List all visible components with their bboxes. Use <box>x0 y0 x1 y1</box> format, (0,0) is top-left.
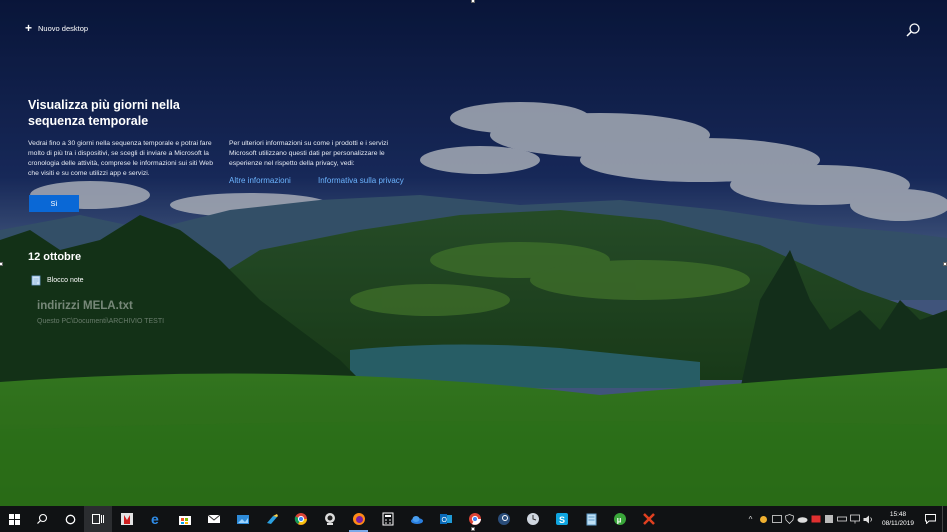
timeline-dim-overlay <box>0 0 947 506</box>
show-desktop-button[interactable] <box>942 506 947 532</box>
taskbar-app-ccleaner[interactable] <box>634 506 663 532</box>
taskbar-app-edge[interactable]: e <box>141 506 170 532</box>
svg-text:S: S <box>559 515 565 525</box>
onedrive-icon <box>410 516 423 524</box>
privacy-policy-link[interactable]: Informativa sulla privacy <box>318 176 404 185</box>
activity-card[interactable]: indirizzi MELA.txt Questo PC\Documenti\A… <box>37 300 164 325</box>
action-center-button[interactable] <box>918 506 942 532</box>
shield-icon[interactable] <box>783 506 796 532</box>
yes-button[interactable]: Sì <box>29 195 79 212</box>
webcam-icon <box>324 513 335 525</box>
chevron-up-icon[interactable]: ^ <box>744 506 757 532</box>
resize-handle-left <box>0 262 3 266</box>
volume-icon[interactable] <box>861 506 874 532</box>
firefox-icon <box>352 513 365 525</box>
clock-app-icon <box>526 513 539 525</box>
promo-title: Visualizza più giorni nella sequenza tem… <box>28 98 180 128</box>
taskbar-app-utorrent[interactable]: µ <box>605 506 634 532</box>
store-icon <box>178 516 191 525</box>
cloud-icon[interactable] <box>796 506 809 532</box>
resize-handle-bottom <box>471 527 475 531</box>
promo-text: Vedrai fino a 30 giorni nella sequenza t… <box>28 140 213 177</box>
svg-text:O: O <box>441 517 447 524</box>
taskbar-app-outlook[interactable]: O <box>431 506 460 532</box>
system-tray: ^ 15:48 08/11/2019 <box>744 506 947 532</box>
paint-3d-icon <box>266 514 278 524</box>
usb-icon[interactable] <box>835 506 848 532</box>
resize-handle-right <box>943 262 947 266</box>
taskbar-app-bookmark[interactable] <box>112 506 141 532</box>
svg-text:e: e <box>151 512 159 526</box>
notepad-icon <box>31 275 41 286</box>
calculator-icon <box>382 512 393 526</box>
chrome-icon <box>294 513 307 525</box>
utorrent-icon: µ <box>613 513 626 525</box>
privacy-text: Per ulteriori informazioni su come i pro… <box>229 140 389 167</box>
windows-logo-icon <box>8 513 20 525</box>
cortana-button[interactable] <box>56 506 84 532</box>
clock-time: 15:48 <box>889 511 907 518</box>
taskbar-app-store[interactable] <box>170 506 199 532</box>
steam-icon <box>497 513 510 525</box>
taskbar-app-paint3d[interactable] <box>257 506 286 532</box>
notification-icon <box>924 514 936 524</box>
ccleaner-icon <box>642 513 655 525</box>
notepad-icon <box>586 513 596 526</box>
photos-icon <box>236 515 249 524</box>
start-button[interactable] <box>0 506 28 532</box>
new-desktop-label: Nuovo desktop <box>38 23 89 33</box>
taskbar-app-webcam[interactable] <box>315 506 344 532</box>
task-view-icon <box>92 514 104 524</box>
taskbar-app-photos[interactable] <box>228 506 257 532</box>
mail-icon <box>207 514 220 523</box>
taskbar-app-notepad[interactable] <box>576 506 605 532</box>
edge-icon: e <box>151 512 159 526</box>
task-view-button[interactable] <box>84 506 112 532</box>
more-info-link[interactable]: Altre informazioni <box>229 176 291 185</box>
clock-date: 08/11/2019 <box>881 520 915 527</box>
activity-app-header[interactable]: Blocco note <box>31 275 84 286</box>
search-icon <box>37 513 48 524</box>
taskbar-app-clock[interactable] <box>518 506 547 532</box>
outlook-icon: O <box>439 514 452 524</box>
activity-file-path: Questo PC\Documenti\ARCHIVIO TESTI <box>37 318 165 325</box>
cortana-circle-icon <box>65 514 75 524</box>
tray-app-icon[interactable] <box>757 506 770 532</box>
chrome-alt-icon <box>468 513 481 525</box>
taskbar-app-calculator[interactable] <box>373 506 402 532</box>
mail-notify-icon[interactable] <box>809 506 822 532</box>
activity-app-name: Blocco note <box>47 277 84 284</box>
bookmark-app-icon <box>120 513 133 525</box>
taskbar-app-onedrive[interactable] <box>402 506 431 532</box>
search-taskbar-button[interactable] <box>28 506 56 532</box>
date-heading: 12 ottobre <box>28 251 82 263</box>
keyboard-icon[interactable] <box>770 506 783 532</box>
taskbar-app-mail[interactable] <box>199 506 228 532</box>
new-desktop-button[interactable]: + Nuovo desktop <box>25 22 88 34</box>
network-icon[interactable] <box>848 506 861 532</box>
taskbar-app-steam[interactable] <box>489 506 518 532</box>
taskbar-app-skype[interactable]: S <box>547 506 576 532</box>
activity-file-title: indirizzi MELA.txt <box>37 300 133 312</box>
taskbar-app-firefox[interactable] <box>344 506 373 532</box>
svg-text:µ: µ <box>616 516 621 525</box>
tray-app-icon-2[interactable] <box>822 506 835 532</box>
search-icon[interactable] <box>905 22 921 38</box>
taskbar-app-chrome[interactable] <box>286 506 315 532</box>
resize-handle-top <box>471 0 475 3</box>
taskbar-clock[interactable]: 15:48 08/11/2019 <box>878 510 918 528</box>
plus-icon: + <box>25 21 33 35</box>
skype-icon: S <box>555 513 568 525</box>
